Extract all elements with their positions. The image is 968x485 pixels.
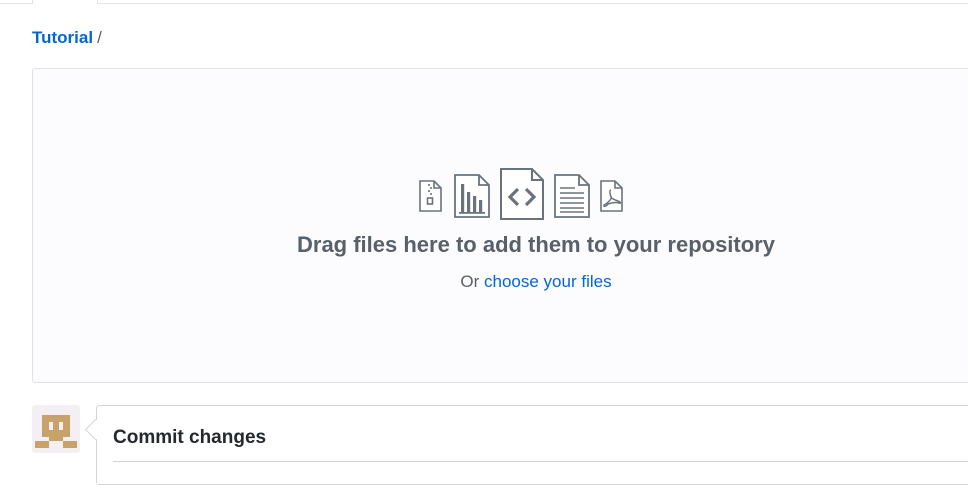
dropzone-or-text: Or [460, 272, 480, 291]
breadcrumb-separator: / [97, 28, 102, 47]
tab-active[interactable] [32, 0, 98, 4]
file-dropzone[interactable] [32, 68, 968, 383]
dropzone-title: Drag files here to add them to your repo… [297, 232, 775, 257]
commit-message-input[interactable] [113, 461, 968, 462]
code-file-icon [500, 168, 544, 220]
file-type-icons [418, 168, 628, 220]
zip-file-icon [419, 180, 442, 212]
chart-file-icon [454, 174, 490, 218]
text-file-icon [554, 174, 590, 218]
choose-files-link[interactable]: choose your files [484, 272, 612, 291]
pdf-file-icon [600, 180, 623, 212]
avatar[interactable] [32, 405, 80, 453]
breadcrumb-repo-link[interactable]: Tutorial [32, 28, 93, 47]
identicon-icon [35, 415, 77, 448]
tab-strip [0, 0, 968, 4]
dropzone-subtitle: Or choose your files [0, 271, 968, 293]
breadcrumb: Tutorial / [32, 27, 102, 49]
commit-title: Commit changes [113, 427, 267, 448]
